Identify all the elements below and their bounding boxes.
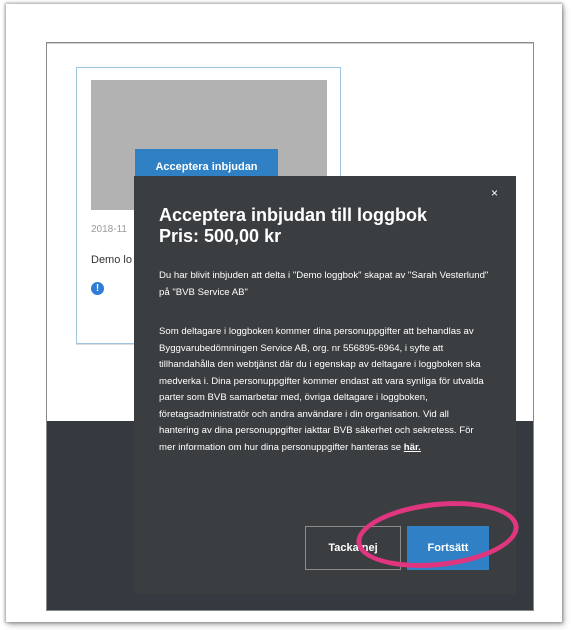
card-title: Demo lo xyxy=(91,254,132,266)
close-icon[interactable]: × xyxy=(491,186,498,200)
modal-price: Pris: 500,00 kr xyxy=(159,226,282,246)
privacy-body: Som deltagare i loggboken kommer dina pe… xyxy=(159,326,484,453)
top-divider xyxy=(47,43,533,44)
privacy-more-info-link[interactable]: här. xyxy=(404,442,421,453)
modal-intro-text: Du har blivit inbjuden att delta i "Demo… xyxy=(159,270,489,298)
modal-title-text: Acceptera inbjudan till loggbok xyxy=(159,205,428,225)
info-circle-icon[interactable]: ! xyxy=(91,282,104,295)
card-date: 2018-11 xyxy=(91,224,127,235)
modal-title: Acceptera inbjudan till loggbok Pris: 50… xyxy=(159,205,489,247)
privacy-text: Som deltagare i loggboken kommer dina pe… xyxy=(159,324,491,456)
